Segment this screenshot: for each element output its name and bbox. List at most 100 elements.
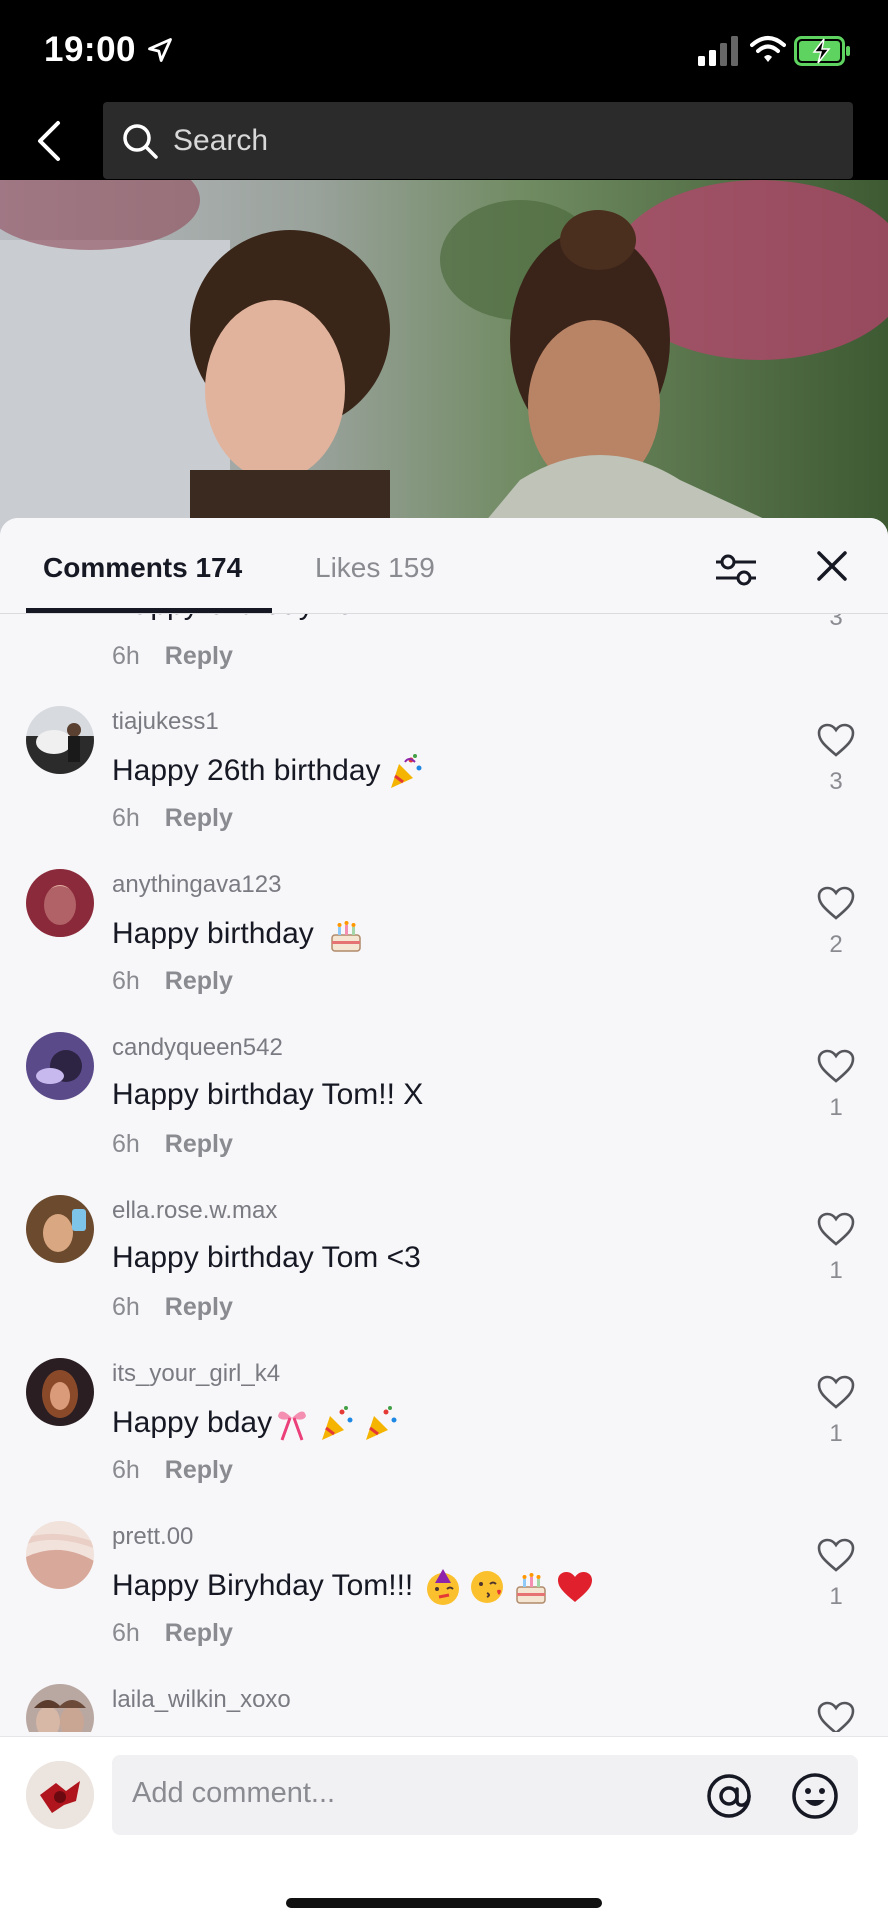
comment-time: 6h	[112, 967, 140, 995]
party-popper-icon	[322, 1406, 353, 1440]
comment-username[interactable]: prett.00	[112, 1523, 193, 1551]
video-preview[interactable]	[0, 180, 888, 540]
comment-item: ella.rose.w.max Happy birthday Tom <3 6h…	[0, 1195, 888, 1358]
heart-icon[interactable]	[816, 1537, 856, 1573]
comment-input[interactable]: Add comment...	[112, 1755, 858, 1835]
comment-item: candyqueen542 Happy birthday Tom!! X 6h …	[0, 1032, 888, 1195]
comment-item: prett.00 Happy Biryhday Tom!!! 6h Reply …	[0, 1521, 888, 1684]
comment-text: Happy birthday Tom!! X	[112, 1078, 424, 1111]
signal-icon	[698, 36, 738, 66]
heart-icon[interactable]	[816, 1211, 856, 1247]
phone-screen: 19:00 Search Comments 174 Likes 159 6h R…	[0, 0, 888, 1920]
comment-meta: 6h Reply	[112, 804, 233, 833]
reply-button[interactable]: Reply	[165, 1130, 233, 1158]
comment-item: tiajukess1 Happy 26th birthday 6h Reply …	[0, 706, 888, 869]
heart-icon[interactable]	[816, 1374, 856, 1410]
search-bar[interactable]: Search	[103, 102, 853, 179]
tab-comments[interactable]: Comments 174	[43, 552, 242, 584]
back-button[interactable]	[26, 114, 72, 168]
comment-time: 6h	[112, 1456, 140, 1484]
battery-charging-icon	[794, 36, 850, 66]
comment-text-content: Happy bday	[112, 1405, 273, 1439]
at-mention-icon[interactable]	[704, 1771, 754, 1821]
comment-item: anythingava123 Happy birthday 6h Reply 2	[0, 869, 888, 1032]
comment-username[interactable]: anythingava123	[112, 871, 281, 899]
avatar[interactable]	[26, 1684, 94, 1732]
comment-input-placeholder: Add comment...	[132, 1777, 336, 1809]
comment-text-content: Happy Biryhday Tom!!!	[112, 1568, 414, 1602]
close-icon[interactable]	[814, 548, 850, 584]
chevron-left-icon	[38, 121, 60, 161]
reply-button[interactable]: Reply	[165, 1619, 233, 1647]
emoji-smiley-icon[interactable]	[790, 1771, 840, 1821]
comment-username[interactable]: candyqueen542	[112, 1034, 283, 1062]
partying-face-icon	[427, 1569, 460, 1605]
comment-text: Happy bday	[112, 1404, 400, 1444]
like-count: 1	[829, 1257, 843, 1284]
comment-username[interactable]: ella.rose.w.max	[112, 1197, 277, 1225]
party-popper-icon	[366, 1406, 397, 1440]
red-heart-icon	[558, 1572, 593, 1602]
like-count: 2	[829, 931, 843, 958]
wifi-icon	[750, 36, 786, 62]
reply-button[interactable]: Reply	[165, 804, 233, 832]
comments-sheet: Comments 174 Likes 159 Happy birthday To…	[0, 518, 888, 1920]
heart-icon[interactable]	[816, 722, 856, 758]
comment-text: Happy birthday	[112, 915, 366, 955]
birthday-cake-icon	[516, 1573, 546, 1604]
comment-text-content: Happy 26th birthday	[112, 753, 381, 787]
avatar[interactable]	[26, 706, 94, 774]
comment-username[interactable]: its_your_girl_k4	[112, 1360, 280, 1388]
comment-time: 6h	[112, 1619, 140, 1647]
my-avatar[interactable]	[26, 1761, 94, 1829]
reply-button[interactable]: Reply	[165, 1293, 233, 1321]
like-count: 1	[829, 1094, 843, 1121]
status-time: 19:00	[44, 30, 137, 69]
active-tab-indicator	[26, 608, 272, 613]
like-count: 1	[829, 1420, 843, 1447]
comment-text: Happy Biryhday Tom!!!	[112, 1567, 595, 1607]
comment-input-bar: Add comment...	[0, 1736, 888, 1920]
like-count: 3	[829, 768, 843, 795]
reply-button[interactable]: Reply	[165, 1456, 233, 1484]
like-count: 1	[829, 1583, 843, 1610]
comment-username[interactable]: laila_wilkin_xoxo	[112, 1686, 291, 1714]
heart-icon[interactable]	[816, 1700, 856, 1732]
comment-item: its_your_girl_k4 Happy bday 6h Reply 1	[0, 1358, 888, 1521]
comment-text: Happy birthday Tom	[112, 614, 378, 622]
heart-icon[interactable]	[816, 1048, 856, 1084]
kissing-face-icon	[471, 1571, 504, 1603]
comment-list[interactable]: Happy birthday Tom 6h Reply 3 tiajukess1…	[0, 614, 888, 1732]
like-count: 3	[829, 614, 843, 631]
sheet-header: Comments 174 Likes 159	[0, 518, 888, 614]
status-bar: 19:00	[0, 0, 888, 100]
home-indicator	[286, 1898, 602, 1908]
comment-time: 6h	[112, 1130, 140, 1158]
comment-meta: 6h Reply	[112, 1456, 233, 1485]
comment-item: laila_wilkin_xoxo	[0, 1684, 888, 1732]
filter-sliders-icon[interactable]	[714, 550, 758, 590]
reply-button[interactable]: Reply	[165, 967, 233, 995]
location-arrow-icon	[148, 38, 172, 62]
reply-button[interactable]: Reply	[165, 642, 233, 670]
party-popper-icon	[390, 754, 422, 788]
avatar[interactable]	[26, 1358, 94, 1426]
comment-time: 6h	[112, 642, 140, 670]
avatar[interactable]	[26, 1521, 94, 1589]
ribbon-gift-icon	[278, 1411, 307, 1441]
search-placeholder: Search	[173, 123, 269, 157]
comment-time: 6h	[112, 1293, 140, 1321]
comment-meta: 6h Reply	[112, 1293, 233, 1322]
comment-meta: 6h Reply	[112, 1130, 233, 1159]
comment-text-content: Happy birthday	[112, 916, 314, 950]
avatar[interactable]	[26, 869, 94, 937]
tab-likes[interactable]: Likes 159	[315, 552, 435, 584]
comment-meta: 6h Reply	[112, 967, 233, 996]
avatar[interactable]	[26, 1032, 94, 1100]
comment-meta: 6h Reply	[112, 1619, 233, 1648]
heart-icon[interactable]	[816, 885, 856, 921]
avatar[interactable]	[26, 1195, 94, 1263]
video-thumbnail-image	[0, 180, 888, 540]
comment-meta: 6h Reply	[112, 642, 233, 671]
comment-username[interactable]: tiajukess1	[112, 708, 219, 736]
